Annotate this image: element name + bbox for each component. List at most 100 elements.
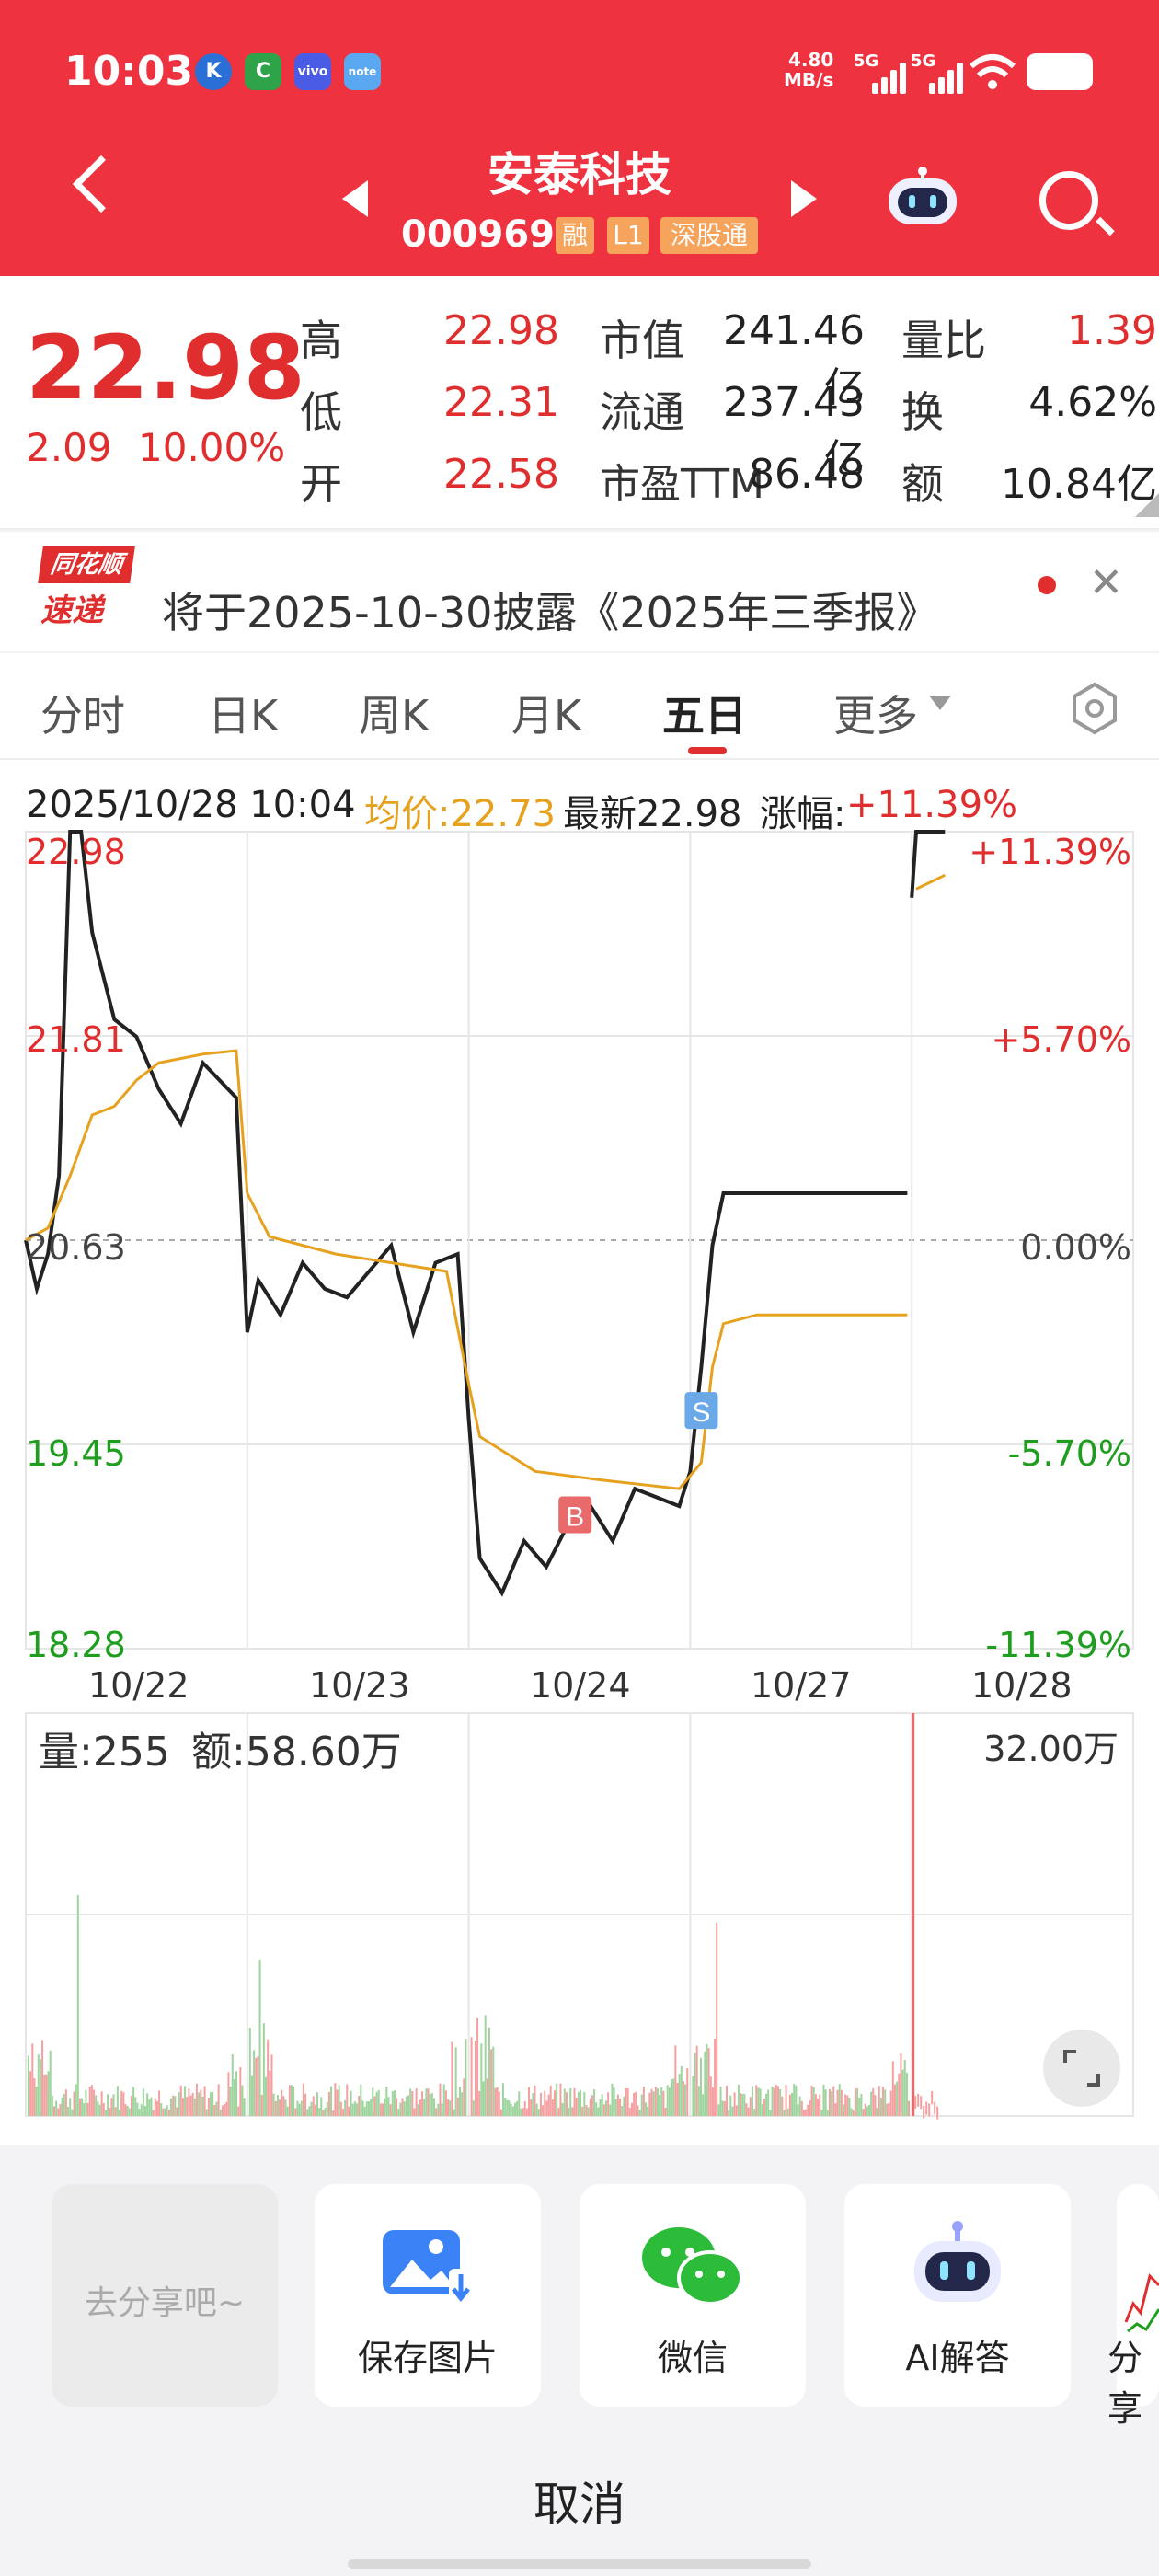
volume-bar bbox=[435, 2108, 438, 2116]
volume-bar bbox=[150, 2097, 153, 2116]
tab-five-day[interactable]: 五日 bbox=[662, 683, 747, 743]
volume-bar bbox=[523, 2101, 526, 2116]
volume-bar bbox=[709, 2076, 712, 2116]
settings-icon[interactable] bbox=[1065, 679, 1124, 738]
volume-bar bbox=[241, 2085, 244, 2116]
tag-sz-connect: 深股通 bbox=[660, 217, 758, 254]
tab-weekly-k[interactable]: 周K bbox=[359, 683, 429, 743]
volume-bar bbox=[848, 2098, 851, 2116]
quote-value-volratio: 1.39 bbox=[1067, 307, 1157, 354]
volume-bar bbox=[672, 2078, 675, 2116]
volume-chart[interactable] bbox=[0, 1711, 1159, 2122]
volume-bar bbox=[456, 2097, 459, 2116]
volume-bar bbox=[721, 2100, 724, 2116]
volume-bar bbox=[235, 2071, 238, 2116]
volume-bar bbox=[674, 2045, 677, 2116]
volume-bar bbox=[831, 2091, 833, 2116]
tab-more[interactable]: 更多 bbox=[833, 683, 918, 743]
quote-value-open: 22.58 bbox=[443, 451, 559, 498]
quote-key-turnover: 换 bbox=[901, 387, 944, 437]
volume-bar bbox=[326, 2101, 328, 2116]
volume-bar bbox=[439, 2083, 442, 2116]
x-tick: 10/23 bbox=[309, 1665, 410, 1706]
volume-bar bbox=[568, 2108, 570, 2116]
volume-bar bbox=[551, 2099, 554, 2116]
quote-value-pe: 86.48 bbox=[749, 451, 865, 498]
back-button[interactable] bbox=[72, 155, 131, 213]
volume-bar bbox=[807, 2104, 809, 2116]
volume-bar bbox=[427, 2088, 430, 2116]
prev-stock-button[interactable] bbox=[342, 180, 368, 217]
volume-bar bbox=[642, 2087, 645, 2116]
volume-bar bbox=[840, 2089, 843, 2116]
volume-bar bbox=[415, 2088, 418, 2116]
volume-bar bbox=[856, 2087, 859, 2116]
volume-bar bbox=[178, 2092, 180, 2116]
volume-bar bbox=[928, 2103, 931, 2117]
cancel-button[interactable]: 取消 bbox=[488, 2467, 671, 2534]
volume-bar bbox=[917, 2093, 920, 2107]
tab-monthly-k[interactable]: 月K bbox=[511, 683, 581, 743]
expand-corner-icon[interactable] bbox=[1135, 493, 1159, 517]
next-stock-button[interactable] bbox=[791, 180, 817, 217]
volume-bar bbox=[931, 2091, 934, 2105]
volume-bar bbox=[365, 2101, 368, 2116]
volume-bar bbox=[372, 2087, 374, 2116]
volume-bar bbox=[719, 2086, 722, 2116]
volume-bar bbox=[29, 2071, 32, 2116]
tab-daily-k[interactable]: 日K bbox=[208, 683, 278, 743]
signal-1-icon: 5G bbox=[854, 52, 906, 94]
volume-bar bbox=[480, 2043, 483, 2116]
fullscreen-icon bbox=[1063, 2050, 1100, 2087]
volume-bar bbox=[747, 2107, 750, 2116]
volume-bar bbox=[591, 2095, 593, 2116]
volume-bar bbox=[850, 2108, 853, 2116]
tab-intraday[interactable]: 分时 bbox=[40, 683, 125, 743]
volume-bar bbox=[539, 2092, 542, 2116]
volume-bar bbox=[884, 2089, 887, 2116]
volume-bar bbox=[920, 2096, 923, 2110]
volume-bar bbox=[154, 2098, 156, 2116]
volume-bar bbox=[43, 2074, 46, 2116]
volume-bar bbox=[870, 2091, 873, 2116]
volume-bar bbox=[912, 1713, 915, 2116]
volume-bar bbox=[413, 2108, 416, 2116]
volume-bar bbox=[874, 2095, 877, 2116]
volume-bar bbox=[76, 1895, 79, 2116]
volume-bar bbox=[532, 2093, 534, 2116]
volume-bar bbox=[775, 2084, 777, 2116]
volume-bar bbox=[169, 2098, 172, 2116]
notice-text[interactable]: 将于2025-10-30披露《2025年三季报》 bbox=[162, 580, 938, 640]
volume-bar bbox=[430, 2093, 433, 2116]
signal-2-icon: 5G bbox=[911, 52, 963, 94]
volume-bar bbox=[119, 2110, 121, 2116]
volume-bar bbox=[95, 2095, 98, 2116]
volume-bar bbox=[704, 2051, 706, 2116]
volume-bar bbox=[498, 2091, 500, 2116]
fullscreen-button[interactable] bbox=[1043, 2030, 1120, 2107]
volume-bar bbox=[751, 2086, 753, 2116]
volume-bar bbox=[212, 2091, 214, 2116]
wifi-icon bbox=[970, 54, 1016, 89]
volume-bar bbox=[809, 2099, 811, 2116]
close-notice-icon[interactable]: ✕ bbox=[1089, 559, 1123, 606]
price-chart[interactable]: BS bbox=[0, 819, 1159, 1684]
volume-bar bbox=[193, 2098, 196, 2116]
volume-bar bbox=[832, 2086, 835, 2116]
ai-robot-button[interactable] bbox=[883, 164, 962, 230]
volume-bar bbox=[678, 2074, 681, 2116]
volume-bar bbox=[351, 2103, 354, 2116]
volume-bar bbox=[800, 2100, 803, 2116]
volume-bar bbox=[595, 2102, 598, 2116]
search-button[interactable] bbox=[1039, 171, 1098, 230]
volume-bar bbox=[31, 2043, 34, 2116]
volume-bar bbox=[896, 2081, 899, 2116]
volume-bar bbox=[270, 2054, 273, 2116]
volume-bar bbox=[844, 2094, 847, 2116]
quote-key-low: 低 bbox=[300, 387, 342, 437]
volume-bar bbox=[52, 2106, 55, 2116]
volume-bar bbox=[781, 2096, 784, 2116]
ai-robot-icon bbox=[914, 2221, 1001, 2302]
volume-bar bbox=[797, 2104, 799, 2116]
volume-bar bbox=[122, 2092, 125, 2116]
